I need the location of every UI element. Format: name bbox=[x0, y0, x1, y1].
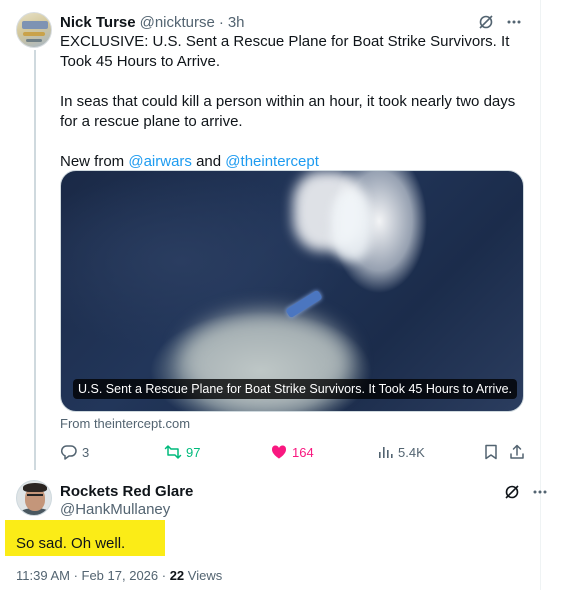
reply-author-handle[interactable]: @HankMullaney bbox=[60, 500, 170, 520]
bookmark-button[interactable] bbox=[482, 440, 500, 464]
reply-timestamp: 11:39 AM · Feb 17, 2026 · 22 Views bbox=[16, 568, 222, 583]
tweet-header: Nick Turse @nickturse · 3h bbox=[60, 12, 245, 32]
like-count: 164 bbox=[292, 444, 314, 460]
reply-views-count: 22 bbox=[169, 568, 185, 583]
tweet-text: EXCLUSIVE: U.S. Sent a Rescue Plane for … bbox=[60, 32, 530, 172]
reply-button[interactable]: 3 bbox=[60, 440, 89, 464]
tweet[interactable]: Nick Turse @nickturse · 3h EXCLUSIVE: U.… bbox=[0, 0, 540, 470]
views-count: 5.4K bbox=[398, 444, 425, 460]
views-icon bbox=[376, 443, 394, 461]
tweet-top-actions bbox=[478, 12, 522, 32]
more-icon[interactable] bbox=[506, 14, 522, 30]
grok-icon[interactable] bbox=[478, 14, 494, 30]
reply-author-name[interactable]: Rockets Red Glare bbox=[60, 483, 193, 500]
share-icon bbox=[508, 443, 526, 461]
reply-avatar[interactable] bbox=[16, 480, 52, 516]
media-caption: U.S. Sent a Rescue Plane for Boat Strike… bbox=[73, 379, 517, 399]
avatar[interactable] bbox=[16, 12, 52, 48]
author-handle[interactable]: @nickturse bbox=[140, 14, 215, 31]
credits-prefix: New from bbox=[60, 153, 129, 170]
reply-icon bbox=[60, 443, 78, 461]
retweet-count: 97 bbox=[186, 444, 201, 460]
credits-and: and bbox=[191, 153, 226, 170]
reply-text: So sad. Oh well. bbox=[16, 535, 126, 552]
thread-line bbox=[34, 50, 36, 470]
tweet-time[interactable]: 3h bbox=[228, 14, 245, 31]
like-button[interactable]: 164 bbox=[270, 440, 314, 464]
tweet-text-headline: EXCLUSIVE: U.S. Sent a Rescue Plane for … bbox=[60, 33, 510, 70]
reply-count: 3 bbox=[82, 444, 90, 460]
link-card-image[interactable]: U.S. Sent a Rescue Plane for Boat Strike… bbox=[60, 170, 524, 412]
bookmark-icon bbox=[482, 443, 500, 461]
views-button[interactable]: 5.4K bbox=[376, 440, 425, 464]
share-button[interactable] bbox=[508, 440, 526, 464]
tweet-actions: 3 97 164 5.4K bbox=[60, 440, 530, 464]
retweet-button[interactable]: 97 bbox=[164, 440, 200, 464]
boat bbox=[285, 289, 323, 319]
separator: · bbox=[218, 13, 224, 31]
retweet-icon bbox=[164, 443, 182, 461]
link-source[interactable]: From theintercept.com bbox=[60, 416, 190, 431]
heart-icon bbox=[270, 443, 288, 461]
reply-time-date[interactable]: 11:39 AM · Feb 17, 2026 · bbox=[16, 568, 170, 583]
reply-top-actions bbox=[504, 482, 548, 502]
more-icon[interactable] bbox=[532, 484, 548, 500]
tweet-text-body: In seas that could kill a person within … bbox=[60, 93, 516, 130]
grok-icon[interactable] bbox=[504, 484, 520, 500]
reply-views-label: Views bbox=[184, 568, 223, 583]
tweet-text-credits: New from @airwars and @theintercept bbox=[60, 152, 530, 172]
reply-header: Rockets Red Glare bbox=[60, 482, 193, 502]
author-name[interactable]: Nick Turse bbox=[60, 14, 136, 31]
mention-theintercept[interactable]: @theintercept bbox=[225, 153, 319, 170]
mention-airwars[interactable]: @airwars bbox=[128, 153, 192, 170]
